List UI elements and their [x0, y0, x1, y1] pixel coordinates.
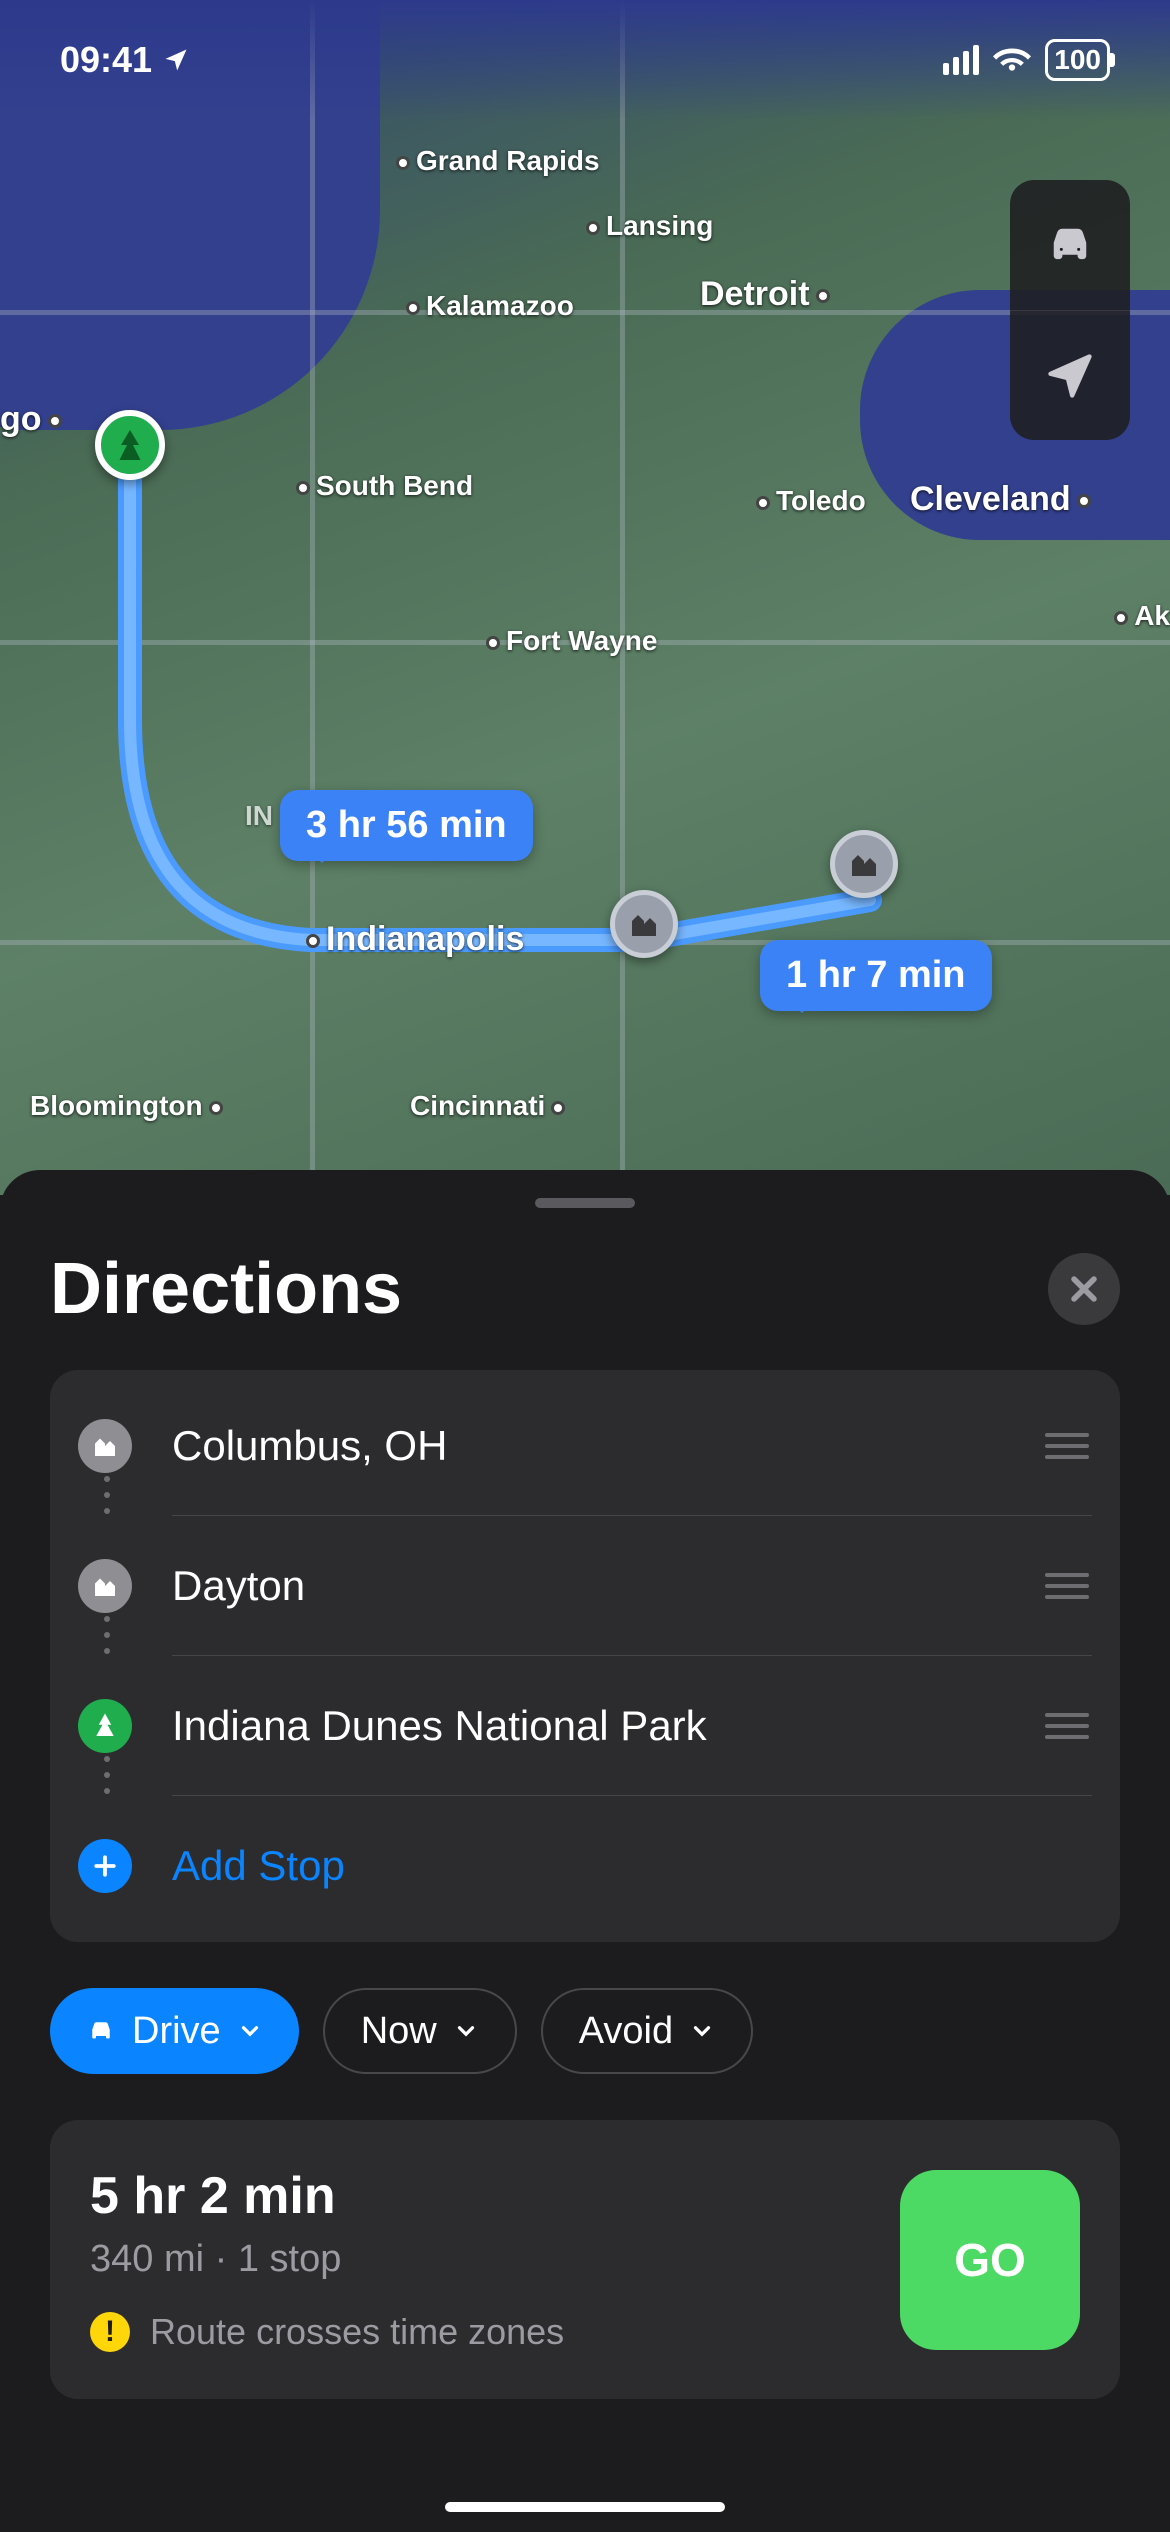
map-label-bloomington: Bloomington: [30, 1090, 229, 1122]
route-time-bubble-2[interactable]: 1 hr 7 min: [760, 940, 992, 1011]
chip-label: Now: [361, 2010, 437, 2053]
stop-label: Indiana Dunes National Park: [172, 1702, 1042, 1750]
reorder-handle-icon[interactable]: [1042, 1713, 1092, 1739]
chevron-down-icon: [689, 2018, 715, 2044]
map-label-detroit: Detroit: [700, 275, 836, 314]
reorder-handle-icon[interactable]: [1042, 1573, 1092, 1599]
location-services-icon: [162, 46, 190, 74]
transport-mode-button[interactable]: [1010, 180, 1130, 310]
sheet-grabber[interactable]: [535, 1198, 635, 1208]
city-icon: [78, 1419, 132, 1473]
stop-row-dayton[interactable]: Dayton: [50, 1516, 1120, 1656]
battery-indicator: 100: [1045, 39, 1110, 81]
map-label-fort-wayne: Fort Wayne: [480, 625, 657, 657]
add-stop-label: Add Stop: [172, 1842, 1092, 1890]
map-label-cleveland: Cleveland: [910, 480, 1097, 519]
route-polyline: [0, 0, 1170, 1195]
map-label-grand-rapids: Grand Rapids: [390, 145, 600, 177]
add-stop-row[interactable]: Add Stop: [50, 1796, 1120, 1936]
map-label-south-bend: South Bend: [290, 470, 473, 502]
map-label-toledo: Toledo: [750, 485, 866, 517]
add-icon: [78, 1839, 132, 1893]
stop-label: Columbus, OH: [172, 1422, 1042, 1470]
close-button[interactable]: [1048, 1253, 1120, 1325]
waypoint-pin-dayton[interactable]: [610, 890, 678, 958]
go-button[interactable]: GO: [900, 2170, 1080, 2350]
map-canvas[interactable]: Grand Rapids Lansing Kalamazoo Detroit S…: [0, 0, 1170, 1195]
directions-sheet: Directions Columbus, OH Dayton Indiana D…: [0, 1170, 1170, 2532]
map-label-ak-edge: Ak: [1108, 600, 1170, 632]
route-warning-text: Route crosses time zones: [150, 2311, 564, 2353]
close-icon: [1067, 1272, 1101, 1306]
city-icon: [78, 1559, 132, 1613]
cellular-signal-icon: [943, 45, 979, 75]
avoid-options-chip[interactable]: Avoid: [541, 1988, 753, 2074]
sheet-title: Directions: [50, 1248, 402, 1330]
stop-label: Dayton: [172, 1562, 1042, 1610]
warning-icon: !: [90, 2312, 130, 2352]
stop-row-indiana-dunes[interactable]: Indiana Dunes National Park: [50, 1656, 1120, 1796]
chip-label: Drive: [132, 2010, 221, 2053]
map-label-lansing: Lansing: [580, 210, 713, 242]
chip-label: Avoid: [579, 2010, 673, 2053]
route-distance-stops: 340 mi · 1 stop: [90, 2238, 870, 2281]
waypoint-pin-columbus[interactable]: [830, 830, 898, 898]
car-icon: [86, 2016, 116, 2046]
transport-mode-chip[interactable]: Drive: [50, 1988, 299, 2074]
chevron-down-icon: [453, 2018, 479, 2044]
destination-pin[interactable]: [95, 410, 165, 480]
route-summary-card[interactable]: 5 hr 2 min 340 mi · 1 stop ! Route cross…: [50, 2120, 1120, 2399]
reorder-handle-icon[interactable]: [1042, 1433, 1092, 1459]
park-icon: [78, 1699, 132, 1753]
locate-me-button[interactable]: [1010, 310, 1130, 440]
status-time: 09:41: [60, 39, 152, 81]
depart-time-chip[interactable]: Now: [323, 1988, 517, 2074]
map-label-cincinnati: Cincinnati: [410, 1090, 571, 1122]
stop-row-columbus[interactable]: Columbus, OH: [50, 1376, 1120, 1516]
map-label-indianapolis: Indianapolis: [300, 920, 524, 959]
stops-list: Columbus, OH Dayton Indiana Dunes Nation…: [50, 1370, 1120, 1942]
route-time-bubble-1[interactable]: 3 hr 56 min: [280, 790, 533, 861]
wifi-icon: [993, 39, 1031, 82]
map-label-in-edge: IN: [245, 800, 273, 832]
map-label-chicago-edge: go: [0, 400, 68, 439]
status-bar: 09:41 100: [0, 0, 1170, 120]
chevron-down-icon: [237, 2018, 263, 2044]
home-indicator[interactable]: [445, 2502, 725, 2512]
route-options-chips: Drive Now Avoid: [50, 1988, 1120, 2074]
map-controls: [1010, 180, 1130, 440]
route-duration: 5 hr 2 min: [90, 2166, 870, 2226]
map-label-kalamazoo: Kalamazoo: [400, 290, 574, 322]
